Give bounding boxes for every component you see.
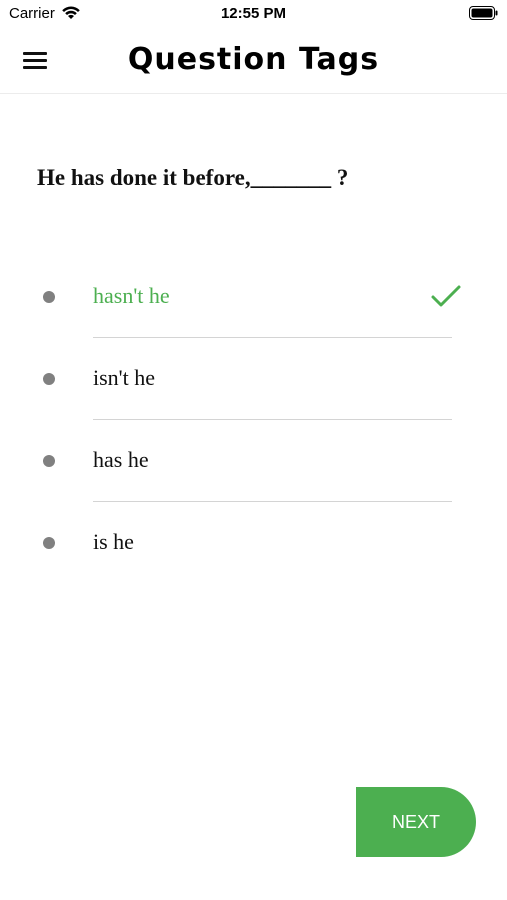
answer-option-1[interactable]: hasn't he xyxy=(0,256,507,338)
checkmark-icon xyxy=(431,285,461,307)
question-text: He has done it before,_______ ? xyxy=(37,165,349,190)
clock-time: 12:55 PM xyxy=(220,5,287,22)
page-title: Question Tags xyxy=(127,42,380,77)
answer-options: hasn't he isn't he has he is he xyxy=(0,256,507,584)
answer-option-label: has he xyxy=(93,447,149,472)
answer-option-3[interactable]: has he xyxy=(0,420,507,502)
bullet-icon xyxy=(43,291,55,303)
app-header: Question Tags xyxy=(0,28,507,94)
bullet-icon xyxy=(43,537,55,549)
answer-option-label: is he xyxy=(93,529,134,554)
status-bar: Carrier 12:55 PM xyxy=(0,0,507,28)
answer-option-4[interactable]: is he xyxy=(0,502,507,584)
answer-option-2[interactable]: isn't he xyxy=(0,338,507,420)
battery-icon xyxy=(469,6,498,20)
answer-option-label: isn't he xyxy=(93,365,156,390)
answer-option-label: hasn't he xyxy=(93,283,170,308)
bullet-icon xyxy=(43,373,55,385)
next-button[interactable]: NEXT xyxy=(356,787,476,857)
bullet-icon xyxy=(43,455,55,467)
